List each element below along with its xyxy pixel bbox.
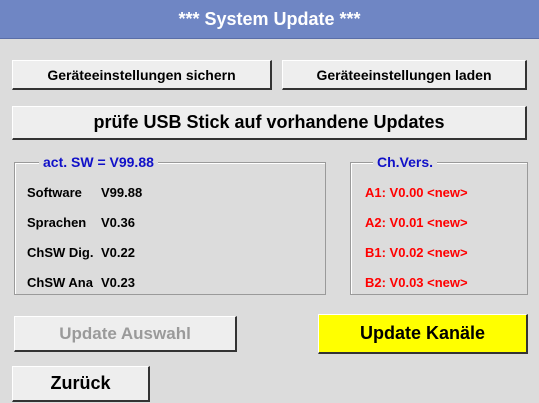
- channel-version-group: Ch.Vers. A1: V0.00 <new> A2: V0.01 <new>…: [350, 154, 528, 295]
- channel-group-legend: Ch.Vers.: [373, 154, 438, 170]
- row-label: ChSW Ana: [27, 275, 93, 290]
- channel-a1-version: A1: V0.00 <new>: [365, 185, 468, 200]
- update-channels-button[interactable]: Update Kanäle: [318, 314, 528, 354]
- window-title: *** System Update ***: [178, 8, 361, 29]
- save-settings-button[interactable]: Geräteeinstellungen sichern: [12, 60, 272, 90]
- load-settings-button[interactable]: Geräteeinstellungen laden: [282, 60, 527, 90]
- channel-b1-version: B1: V0.02 <new>: [365, 245, 468, 260]
- check-usb-updates-button[interactable]: prüfe USB Stick auf vorhandene Updates: [12, 106, 527, 140]
- row-label: Software: [27, 185, 82, 200]
- software-group-legend: act. SW = V99.88: [39, 154, 158, 170]
- row-label: Sprachen: [27, 215, 87, 230]
- title-bar: *** System Update ***: [0, 0, 539, 39]
- row-value: V0.36: [101, 215, 135, 230]
- software-version-group: act. SW = V99.88 Software V99.88 Sprache…: [14, 154, 326, 295]
- channel-b2-version: B2: V0.03 <new>: [365, 275, 468, 290]
- row-label: ChSW Dig.: [27, 245, 94, 260]
- row-value: V99.88: [101, 185, 143, 200]
- channel-a2-version: A2: V0.01 <new>: [365, 215, 468, 230]
- row-value: V0.22: [101, 245, 135, 260]
- back-button[interactable]: Zurück: [12, 366, 150, 402]
- row-value: V0.23: [101, 275, 135, 290]
- update-selection-button[interactable]: Update Auswahl: [14, 316, 237, 352]
